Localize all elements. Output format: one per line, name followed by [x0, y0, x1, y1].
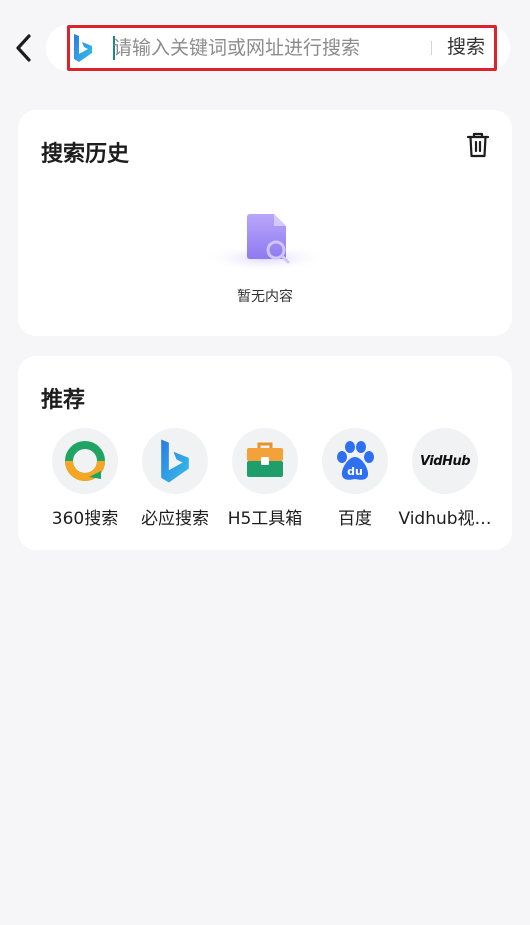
recommend-item-label: H5工具箱 — [227, 509, 303, 529]
recommend-item-bing[interactable]: 必应搜索 — [130, 428, 220, 538]
empty-state-text: 暂无内容 — [237, 289, 293, 305]
360-search-icon — [52, 428, 118, 494]
trash-icon — [466, 132, 490, 158]
recommend-item-360[interactable]: 360搜索 — [40, 428, 130, 538]
search-bar-highlight — [67, 25, 497, 71]
recommend-list: 360搜索 必应搜索 H5工具箱 du 百度 VidHub Vidhub视… — [18, 428, 512, 538]
vidhub-logo-text: VidHub — [419, 453, 471, 469]
recommend-item-label: Vidhub视… — [398, 509, 492, 529]
bing-icon — [142, 428, 208, 494]
clear-history-button[interactable] — [466, 132, 490, 158]
recommend-card: 推荐 360搜索 必应搜索 H5工具箱 du 百度 VidHub Vidhub视… — [18, 356, 512, 550]
back-button[interactable] — [10, 30, 38, 66]
svg-text:du: du — [347, 465, 363, 478]
toolbox-icon — [232, 428, 298, 494]
recommend-item-label: 百度 — [338, 509, 372, 529]
recommend-item-label: 必应搜索 — [141, 509, 209, 529]
recommend-item-baidu[interactable]: du 百度 — [310, 428, 400, 538]
chevron-left-icon — [16, 34, 31, 62]
empty-document-illustration — [202, 214, 328, 272]
baidu-paw-icon: du — [322, 428, 388, 494]
recommend-item-h5-toolbox[interactable]: H5工具箱 — [220, 428, 310, 538]
search-history-title: 搜索历史 — [41, 142, 130, 167]
search-history-card: 搜索历史 暂无内容 — [18, 110, 512, 336]
recommend-title: 推荐 — [41, 388, 86, 413]
recommend-item-label: 360搜索 — [51, 509, 119, 529]
vidhub-logo: VidHub — [412, 428, 478, 494]
top-bar: 搜索 — [0, 0, 530, 96]
recommend-item-vidhub[interactable]: VidHub Vidhub视… — [398, 428, 492, 538]
